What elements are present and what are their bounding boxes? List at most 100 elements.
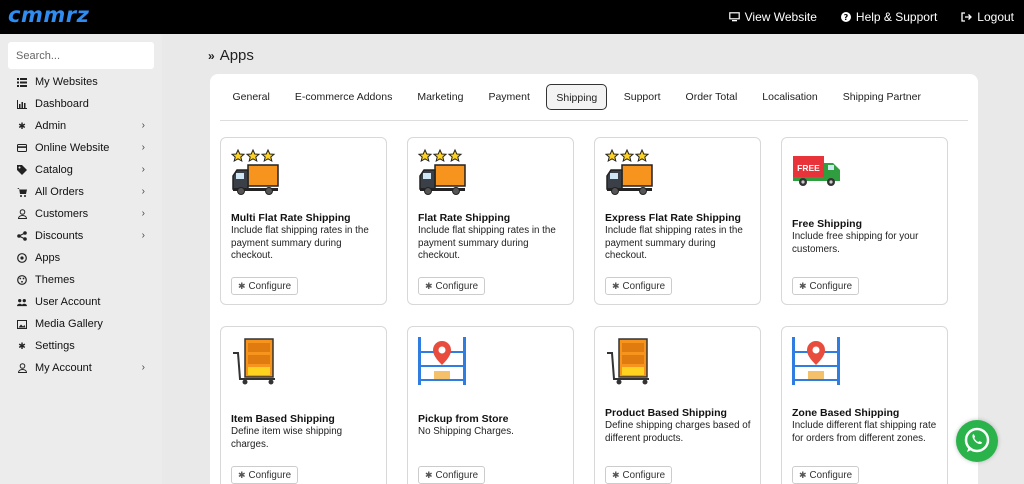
chevron-right-icon: › xyxy=(141,142,145,153)
configure-button[interactable]: ✱ Configure xyxy=(418,466,486,484)
themes-icon xyxy=(17,275,27,285)
chevron-right-icon: › xyxy=(141,120,145,131)
card-description: Include flat shipping rates in the payme… xyxy=(605,225,743,261)
sidebar-item-catalog[interactable]: Catalog › xyxy=(0,159,162,181)
tab-shipping[interactable]: Shipping xyxy=(546,84,608,110)
gear-icon: ✱ xyxy=(425,469,433,480)
search-input[interactable] xyxy=(8,42,154,69)
truck-three-stars-icon xyxy=(230,148,281,201)
truck-three-stars-icon xyxy=(604,148,655,201)
double-chevron-right-icon: » xyxy=(208,48,215,63)
configure-button[interactable]: ✱ Configure xyxy=(231,466,299,484)
configure-button[interactable]: ✱ Configure xyxy=(605,466,673,484)
tab-ecommerce-addons[interactable]: E-commerce Addons xyxy=(282,84,404,110)
user-icon xyxy=(17,209,27,219)
card-description: Define item wise shipping charges. xyxy=(231,426,343,450)
logout-link[interactable]: Logout xyxy=(961,10,1014,24)
app-card-item-based: Item Based Shipping Define item wise shi… xyxy=(220,326,387,484)
gear-icon: ✱ xyxy=(425,280,433,291)
card-description: Include free shipping for your customers… xyxy=(792,231,919,255)
apps-icon xyxy=(17,253,27,263)
app-card-product-based: Product Based Shipping Define shipping c… xyxy=(594,326,761,484)
gear-icon: ✱ xyxy=(799,280,807,291)
configure-button[interactable]: ✱ Configure xyxy=(792,277,860,295)
tab-marketing[interactable]: Marketing xyxy=(405,84,476,110)
sidebar: My Websites Dashboard ✱ Admin › Online W… xyxy=(0,34,162,484)
shelf-trolley-icon xyxy=(605,337,651,390)
sidebar-item-apps[interactable]: Apps xyxy=(0,247,162,269)
users-icon xyxy=(17,297,27,307)
warehouse-pin-icon xyxy=(792,337,840,390)
tab-support[interactable]: Support xyxy=(611,84,673,110)
tab-order-total[interactable]: Order Total xyxy=(673,84,750,110)
settings-icon: ✱ xyxy=(18,340,26,351)
card-title: Express Flat Rate Shipping xyxy=(605,212,741,224)
card-description: Include flat shipping rates in the payme… xyxy=(231,225,369,261)
sidebar-item-customers[interactable]: Customers › xyxy=(0,203,162,225)
breadcrumb: » Apps xyxy=(208,47,254,64)
sidebar-item-user-account[interactable]: User Account xyxy=(0,291,162,313)
card-description: Define shipping charges based of differe… xyxy=(605,420,751,444)
sidebar-item-media-gallery[interactable]: Media Gallery xyxy=(0,313,162,335)
tab-divider xyxy=(220,120,968,121)
view-website-link[interactable]: View Website xyxy=(728,10,817,24)
gear-icon: ✱ xyxy=(238,469,246,480)
account-icon xyxy=(17,363,27,373)
sidebar-item-admin[interactable]: ✱ Admin › xyxy=(0,115,162,137)
logout-icon xyxy=(961,12,973,22)
logo[interactable]: cmmrz xyxy=(8,3,89,27)
top-links: View Website ? Help & Support Logout xyxy=(728,0,1014,34)
tab-bar: General E-commerce Addons Marketing Paym… xyxy=(220,84,933,110)
monitor-icon xyxy=(728,12,740,22)
list-icon xyxy=(17,77,27,87)
card-title: Zone Based Shipping xyxy=(792,407,900,419)
configure-button[interactable]: ✱ Configure xyxy=(231,277,299,295)
truck-three-stars-icon xyxy=(417,148,468,201)
sidebar-item-dashboard[interactable]: Dashboard xyxy=(0,93,162,115)
configure-button[interactable]: ✱ Configure xyxy=(418,277,486,295)
sidebar-item-my-websites[interactable]: My Websites xyxy=(0,71,162,93)
badge-text: FREE xyxy=(797,163,820,173)
app-card-free-shipping: FREE Free Shipping Include free shipping… xyxy=(781,137,948,305)
sidebar-item-online-website[interactable]: Online Website › xyxy=(0,137,162,159)
sidebar-item-themes[interactable]: Themes xyxy=(0,269,162,291)
chart-icon xyxy=(17,99,27,109)
chevron-right-icon: › xyxy=(141,164,145,175)
gear-icon: ✱ xyxy=(612,469,620,480)
whatsapp-icon xyxy=(964,427,990,453)
chevron-right-icon: › xyxy=(141,208,145,219)
tab-shipping-partner[interactable]: Shipping Partner xyxy=(830,84,933,110)
card-description: Include flat shipping rates in the payme… xyxy=(418,225,556,261)
whatsapp-button[interactable] xyxy=(956,420,998,462)
app-card-pickup-store: Pickup from Store No Shipping Charges. ✱… xyxy=(407,326,574,484)
gear-icon: ✱ xyxy=(18,120,26,131)
help-support-link[interactable]: ? Help & Support xyxy=(840,10,937,24)
question-circle-icon: ? xyxy=(840,12,851,22)
chevron-right-icon: › xyxy=(141,186,145,197)
sidebar-item-my-account[interactable]: My Account › xyxy=(0,357,162,379)
tab-localisation[interactable]: Localisation xyxy=(750,84,830,110)
app-card-flat-rate: Flat Rate Shipping Include flat shipping… xyxy=(407,137,574,305)
gear-icon: ✱ xyxy=(799,469,807,480)
sidebar-item-all-orders[interactable]: All Orders › xyxy=(0,181,162,203)
card-title: Pickup from Store xyxy=(418,413,509,425)
tab-general[interactable]: General xyxy=(220,84,282,110)
chevron-right-icon: › xyxy=(141,230,145,241)
app-card-express-flat-rate: Express Flat Rate Shipping Include flat … xyxy=(594,137,761,305)
card-description: No Shipping Charges. xyxy=(418,426,514,437)
card-title: Free Shipping xyxy=(792,218,863,230)
tab-payment[interactable]: Payment xyxy=(476,84,542,110)
shelf-trolley-icon xyxy=(231,337,277,390)
card-description: Include different flat shipping rate for… xyxy=(792,420,937,444)
cart-icon xyxy=(17,187,27,197)
sidebar-item-discounts[interactable]: Discounts › xyxy=(0,225,162,247)
warehouse-pin-icon xyxy=(418,337,466,390)
share-icon xyxy=(17,231,27,241)
sidebar-item-settings[interactable]: ✱ Settings xyxy=(0,335,162,357)
top-bar: cmmrz View Website ? Help & Support Logo… xyxy=(0,0,1024,34)
configure-button[interactable]: ✱ Configure xyxy=(605,277,673,295)
app-card-multi-flat-rate: Multi Flat Rate Shipping Include flat sh… xyxy=(220,137,387,305)
svg-text:?: ? xyxy=(844,13,849,22)
card-title: Product Based Shipping xyxy=(605,407,727,419)
configure-button[interactable]: ✱ Configure xyxy=(792,466,860,484)
